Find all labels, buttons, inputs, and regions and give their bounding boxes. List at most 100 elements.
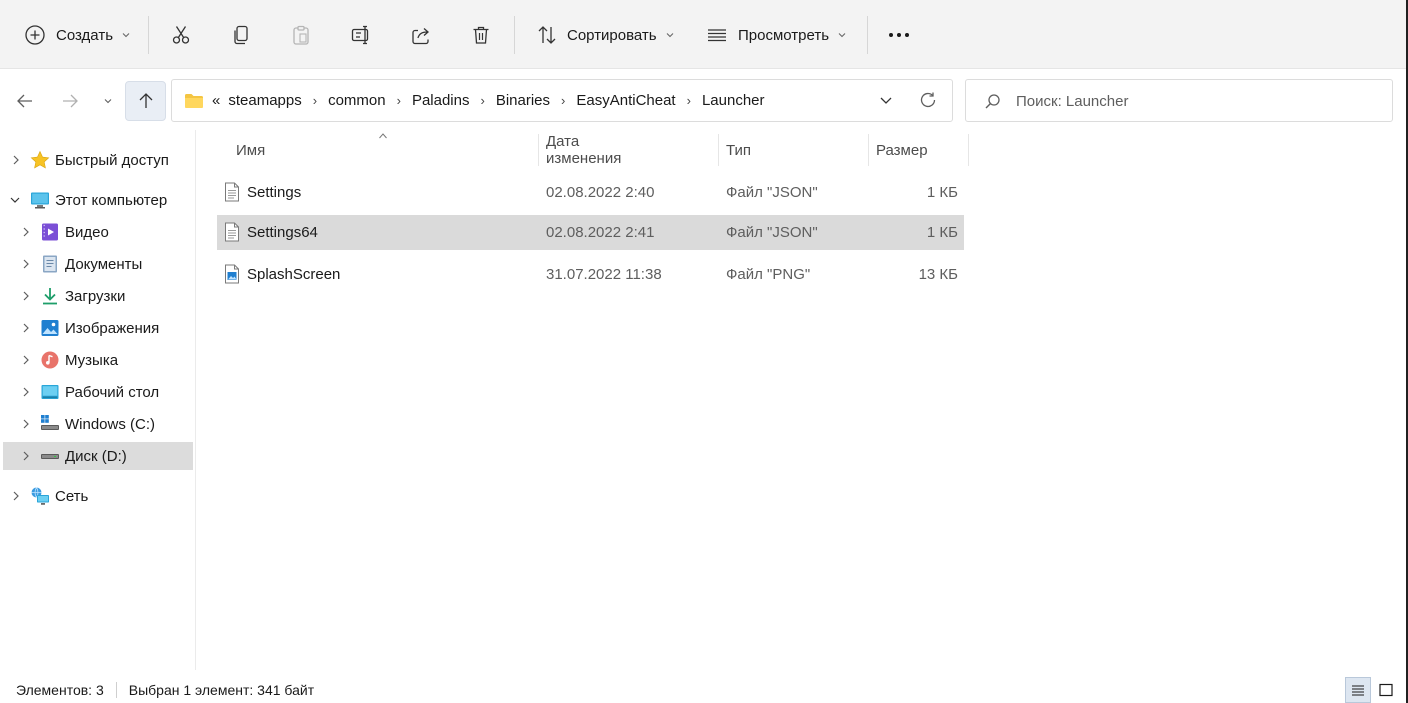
plus-circle-icon xyxy=(25,25,45,45)
chevron-right-icon[interactable] xyxy=(20,322,32,334)
rename-button[interactable] xyxy=(346,14,376,56)
share-icon xyxy=(412,28,429,45)
breadcrumb-item[interactable]: Launcher xyxy=(702,92,765,109)
nav-item-label: Диск (D:) xyxy=(65,447,127,465)
chevron-right-icon[interactable] xyxy=(20,226,32,238)
nav-item-network[interactable]: Сеть xyxy=(3,482,193,510)
file-row[interactable]: SplashScreen 31.07.2022 11:38 Файл "PNG"… xyxy=(217,257,964,292)
column-divider[interactable] xyxy=(538,134,539,166)
download-icon xyxy=(43,288,57,305)
windows-drive-icon xyxy=(41,415,59,430)
address-bar[interactable]: « steamapps › common › Paladins › Binari… xyxy=(171,79,953,122)
chevron-right-icon[interactable]: › xyxy=(313,93,317,108)
chevron-right-icon[interactable] xyxy=(10,490,22,502)
column-divider[interactable] xyxy=(718,134,719,166)
search-box[interactable] xyxy=(965,79,1393,122)
nav-item-downloads[interactable]: Загрузки xyxy=(3,282,193,310)
share-button[interactable] xyxy=(406,14,436,56)
nav-item-desktop[interactable]: Рабочий стол xyxy=(3,378,193,406)
file-type: Файл "PNG" xyxy=(726,266,811,283)
nav-item-label: Музыка xyxy=(65,351,119,369)
nav-item-video[interactable]: Видео xyxy=(3,218,193,246)
chevron-right-icon[interactable]: › xyxy=(561,93,565,108)
chevron-right-icon[interactable]: › xyxy=(687,93,691,108)
file-name: Settings64 xyxy=(247,224,318,241)
nav-item-drive-d[interactable]: Диск (D:) xyxy=(3,442,193,470)
column-header-type[interactable]: Тип xyxy=(726,134,751,166)
file-name: Settings xyxy=(247,184,302,201)
more-options-button[interactable] xyxy=(882,14,916,56)
chevron-right-icon[interactable] xyxy=(20,386,32,398)
breadcrumb-item[interactable]: Binaries xyxy=(496,92,550,109)
nav-item-label: Сеть xyxy=(55,487,89,505)
back-button[interactable] xyxy=(6,82,44,120)
chevron-down-icon xyxy=(666,33,674,38)
delete-button[interactable] xyxy=(466,14,496,56)
chevron-right-icon[interactable]: › xyxy=(480,93,484,108)
arrow-up-icon xyxy=(139,93,152,108)
pictures-icon xyxy=(41,320,59,336)
file-name: SplashScreen xyxy=(247,266,341,283)
address-history-dropdown[interactable] xyxy=(878,92,894,112)
tiles-view-button[interactable] xyxy=(1373,677,1399,703)
copy-button[interactable] xyxy=(226,14,256,56)
chevron-down-icon xyxy=(880,97,892,104)
file-date: 02.08.2022 2:41 xyxy=(546,224,655,241)
network-icon xyxy=(31,487,49,505)
chevron-right-icon[interactable]: › xyxy=(397,93,401,108)
sort-button[interactable]: Сортировать xyxy=(528,14,683,56)
column-header-size[interactable]: Размер xyxy=(876,134,928,166)
file-size: 1 КБ xyxy=(926,224,958,241)
breadcrumb-overflow[interactable]: « xyxy=(212,92,220,109)
chevron-right-icon[interactable] xyxy=(20,354,32,366)
chevron-right-icon[interactable] xyxy=(20,450,32,462)
up-button[interactable] xyxy=(125,81,166,121)
arrow-right-icon xyxy=(63,94,78,108)
nav-item-label: Изображения xyxy=(65,319,160,337)
computer-icon xyxy=(31,192,49,209)
nav-item-label: Видео xyxy=(65,223,109,241)
nav-item-label: Загрузки xyxy=(65,287,126,305)
create-button[interactable]: Создать xyxy=(16,14,139,56)
nav-item-label: Рабочий стол xyxy=(65,383,160,401)
status-divider xyxy=(115,682,117,698)
column-header-date[interactable]: Дата изменения xyxy=(546,133,621,167)
file-type: Файл "JSON" xyxy=(726,184,818,201)
column-header-name[interactable]: Имя xyxy=(236,134,265,166)
nav-item-drive-c[interactable]: Windows (C:) xyxy=(3,410,193,438)
breadcrumb-item[interactable]: Paladins xyxy=(412,92,470,109)
chevron-right-icon[interactable] xyxy=(20,418,32,430)
nav-item-documents[interactable]: Документы xyxy=(3,250,193,278)
file-row[interactable]: Settings64 02.08.2022 2:41 Файл "JSON" 1… xyxy=(217,215,964,250)
chevron-right-icon[interactable] xyxy=(20,258,32,270)
breadcrumb-item[interactable]: common xyxy=(328,92,386,109)
status-bar: Элементов: 3 Выбран 1 элемент: 341 байт xyxy=(16,680,314,700)
chevron-down-icon xyxy=(122,33,130,38)
file-date: 31.07.2022 11:38 xyxy=(546,266,662,283)
breadcrumb-item[interactable]: steamapps xyxy=(228,92,301,109)
breadcrumb-item[interactable]: EasyAntiCheat xyxy=(576,92,675,109)
search-input[interactable] xyxy=(1016,88,1376,114)
view-button[interactable]: Просмотреть xyxy=(698,14,855,56)
recent-locations-button[interactable] xyxy=(96,82,120,120)
file-row[interactable]: Settings 02.08.2022 2:40 Файл "JSON" 1 К… xyxy=(217,175,964,210)
search-icon xyxy=(985,94,1000,109)
chevron-down-icon[interactable] xyxy=(9,194,21,206)
forward-button[interactable] xyxy=(51,82,89,120)
json-file-icon xyxy=(225,222,239,242)
refresh-icon xyxy=(920,92,936,108)
column-divider[interactable] xyxy=(968,134,969,166)
paste-button[interactable] xyxy=(286,14,316,56)
refresh-button[interactable] xyxy=(918,90,938,114)
column-divider[interactable] xyxy=(868,134,869,166)
chevron-right-icon[interactable] xyxy=(20,290,32,302)
nav-item-quick-access[interactable]: Быстрый доступ xyxy=(3,146,193,174)
nav-item-pictures[interactable]: Изображения xyxy=(3,314,193,342)
nav-item-music[interactable]: Музыка xyxy=(3,346,193,374)
selection-info: Выбран 1 элемент: 341 байт xyxy=(128,682,315,698)
nav-item-this-pc[interactable]: Этот компьютер xyxy=(3,186,193,214)
navigation-pane: Быстрый доступ Этот компьютер Видео Доку… xyxy=(0,130,196,670)
chevron-right-icon[interactable] xyxy=(10,154,22,166)
cut-button[interactable] xyxy=(166,14,196,56)
details-view-button[interactable] xyxy=(1345,677,1371,703)
